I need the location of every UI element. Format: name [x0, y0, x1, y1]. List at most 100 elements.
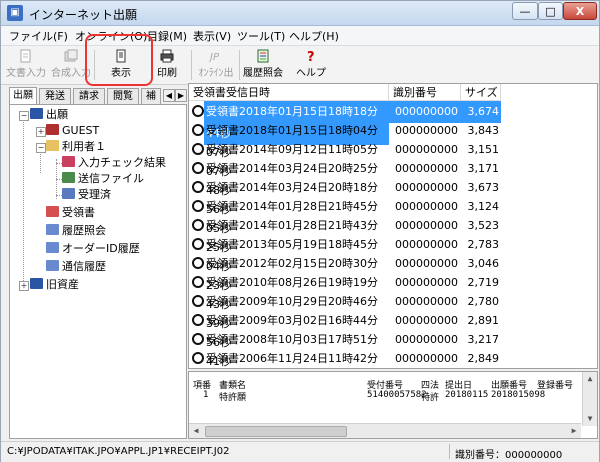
tree-node-order-id[interactable]: オーダーID履歴: [46, 241, 140, 257]
order-id-icon: [46, 242, 59, 253]
question-mark-icon: ?: [304, 49, 318, 63]
category-tabs: 出願 発送 請求 閲覧 補 ◀ ▶: [9, 88, 187, 105]
tree-label: 送信ファイル: [78, 172, 144, 185]
tab-scroll-left-icon[interactable]: ◀: [163, 89, 175, 102]
tree-node-sent-files[interactable]: 送信ファイル: [62, 171, 144, 187]
column-header-date[interactable]: 受領書受信日時: [189, 84, 389, 101]
tree-node-guest[interactable]: GUEST: [46, 123, 99, 139]
tab-inspection[interactable]: 閲覧: [107, 88, 139, 104]
tree-node-accepted[interactable]: 受理済: [62, 187, 111, 203]
history-inquiry-label: 履歴照会: [243, 68, 283, 79]
radio-icon[interactable]: [192, 314, 204, 326]
detail-cell[interactable]: 2018015098: [491, 390, 545, 400]
expand-toggle-icon[interactable]: +: [19, 281, 29, 291]
radio-icon[interactable]: [192, 257, 204, 269]
menu-help[interactable]: ヘルプ(H): [289, 28, 339, 44]
toolbar-separator: [191, 50, 192, 80]
scroll-up-icon[interactable]: ▲: [583, 372, 597, 386]
scroll-down-icon[interactable]: ▼: [583, 412, 597, 426]
radio-icon[interactable]: [192, 276, 204, 288]
receipt-list: 受領書受信日時 識別番号 サイズ 受領書2018年01月15日18時18分44秒…: [188, 83, 598, 369]
radio-icon[interactable]: [192, 124, 204, 136]
history-inquiry-button[interactable]: 履歴照会: [242, 48, 284, 82]
horizontal-scrollbar[interactable]: ◀ ▶: [189, 423, 581, 438]
radio-icon[interactable]: [192, 143, 204, 155]
print-label: 印刷: [157, 68, 177, 79]
detail-cell[interactable]: 特許: [421, 390, 439, 403]
tree-node-user1[interactable]: 利用者１: [46, 139, 106, 155]
tab-filing[interactable]: 出願: [9, 87, 37, 105]
status-id: 識別番号：000000000: [455, 446, 562, 461]
radio-icon[interactable]: [192, 219, 204, 231]
tree-label: 受領書: [62, 206, 95, 219]
expand-toggle-icon[interactable]: +: [36, 127, 46, 137]
tree-node-comm-history[interactable]: 通信履歴: [46, 259, 106, 275]
column-header-id[interactable]: 識別番号: [389, 84, 461, 101]
close-button[interactable]: X: [563, 2, 597, 20]
radio-icon[interactable]: [192, 105, 204, 117]
tree-node-receipts[interactable]: 受領書: [46, 205, 95, 221]
folder-icon: [62, 156, 75, 167]
app-window: ▣ インターネット出願 — □ X ファイル(F) オンライン(O) 目録(M)…: [0, 0, 600, 462]
help-label: ヘルプ: [296, 68, 326, 79]
window-title: インターネット出願: [29, 6, 137, 23]
receipt-folder-icon: [46, 206, 59, 217]
menu-view[interactable]: 表示(V): [193, 28, 231, 44]
cell-id: 000000000: [389, 348, 461, 369]
menu-catalog[interactable]: 目録(M): [147, 28, 187, 44]
history-icon: [46, 224, 59, 235]
cell-date: 受領書2006年11月24日11時42分54秒: [204, 348, 389, 369]
maximize-button[interactable]: □: [538, 2, 563, 20]
comm-history-icon: [46, 260, 59, 271]
radio-icon[interactable]: [192, 295, 204, 307]
expand-toggle-icon[interactable]: −: [19, 111, 29, 121]
expand-toggle-icon[interactable]: −: [36, 143, 46, 153]
print-button[interactable]: 印刷: [149, 48, 185, 82]
tab-scroll-right-icon[interactable]: ▶: [175, 89, 187, 102]
ledger-icon: [256, 49, 270, 63]
tree-node-filing[interactable]: 出願: [30, 107, 68, 123]
column-header-size[interactable]: サイズ: [461, 84, 501, 101]
vertical-scrollbar[interactable]: ▲ ▼: [582, 372, 597, 426]
doc-input-label: 文書入力: [6, 68, 46, 79]
radio-icon[interactable]: [192, 200, 204, 212]
online-filing-button[interactable]: JP ｵﾝﾗｲﾝ出願: [195, 48, 237, 82]
radio-icon[interactable]: [192, 181, 204, 193]
tab-request[interactable]: 請求: [73, 88, 105, 104]
scroll-thumb[interactable]: [205, 426, 347, 437]
tab-dispatch[interactable]: 発送: [39, 88, 71, 104]
tree-node-old-assets[interactable]: 旧資産: [30, 277, 79, 293]
help-button[interactable]: ? ヘルプ: [293, 48, 329, 82]
svg-text:?: ?: [307, 50, 315, 63]
detail-cell[interactable]: 1: [203, 390, 208, 400]
tree-label: オーダーID履歴: [62, 242, 140, 255]
scroll-right-icon[interactable]: ▶: [567, 424, 581, 438]
menu-tools[interactable]: ツール(T): [237, 28, 285, 44]
tree-node-input-check[interactable]: 入力チェック結果: [62, 155, 166, 171]
minimize-button[interactable]: —: [512, 2, 538, 20]
tree-label: 利用者１: [62, 140, 106, 153]
document-icon: [19, 49, 33, 63]
server-icon: [30, 278, 43, 289]
folder-open-icon: [46, 140, 59, 151]
menu-file[interactable]: ファイル(F): [9, 28, 68, 44]
cell-size: 2,849: [461, 348, 501, 369]
detail-cell[interactable]: 20180115: [445, 390, 488, 400]
scroll-left-icon[interactable]: ◀: [189, 424, 203, 438]
detail-cell[interactable]: 51400057582: [367, 390, 427, 400]
doc-input-button[interactable]: 文書入力: [5, 48, 47, 82]
list-row[interactable]: 受領書2006年11月24日11時42分54秒0000000002,849: [189, 348, 597, 369]
folder-tree: − 出願 + GUEST − 利用者１ 入力チェック結果 送信ファイル 受理済 …: [9, 104, 187, 439]
radio-icon[interactable]: [192, 162, 204, 174]
radio-icon[interactable]: [192, 333, 204, 345]
status-separator: [449, 444, 450, 459]
tree-line: [23, 119, 24, 281]
tree-node-history[interactable]: 履歴照会: [46, 223, 106, 239]
tab-supplement[interactable]: 補: [141, 88, 161, 104]
tree-label: GUEST: [62, 124, 99, 137]
jp-network-icon: JP: [209, 49, 223, 63]
detail-cell[interactable]: 特許願: [219, 390, 246, 403]
tree-label: 旧資産: [46, 278, 79, 291]
radio-icon[interactable]: [192, 238, 204, 250]
radio-icon[interactable]: [192, 352, 204, 364]
